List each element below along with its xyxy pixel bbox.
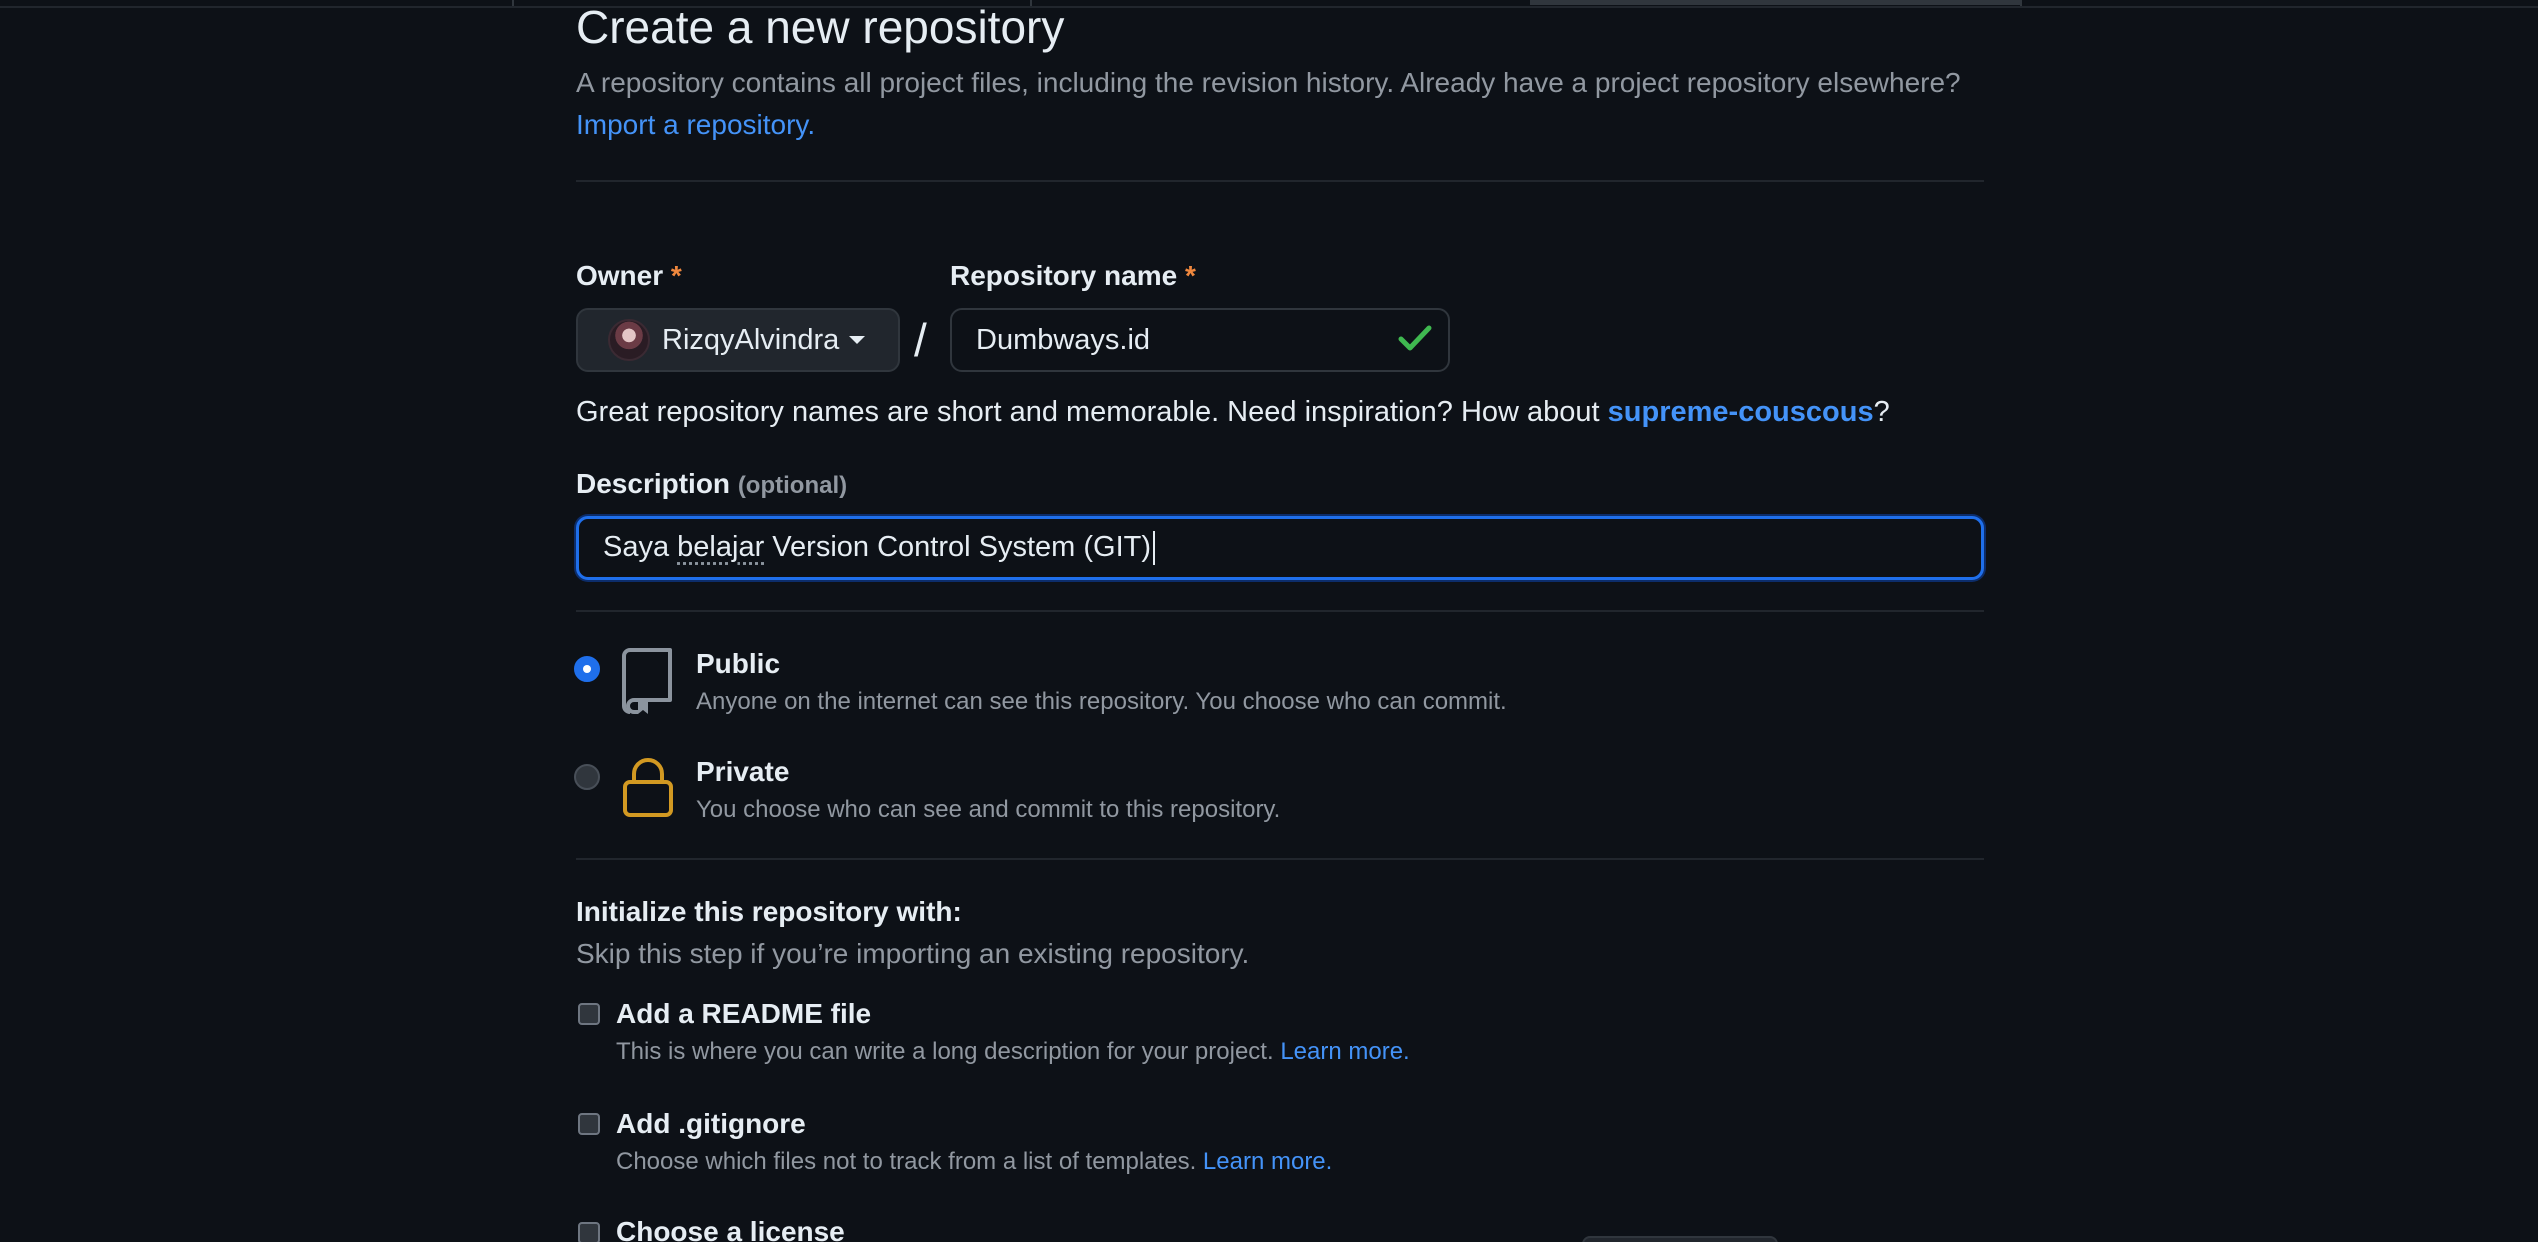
name-suggestion-link[interactable]: supreme-couscous <box>1608 396 1874 428</box>
owner-repo-separator: / <box>914 314 927 366</box>
readme-learn-more-link[interactable]: Learn more. <box>1280 1038 1409 1065</box>
caret-down-icon <box>849 336 866 344</box>
name-hint-suffix: ? <box>1873 396 1890 428</box>
tab-active[interactable] <box>1530 0 2022 5</box>
owner-label: Owner * <box>576 258 682 294</box>
license-dropdown-button[interactable] <box>1582 1236 1778 1242</box>
divider <box>576 610 1984 612</box>
description-label-text: Description <box>576 468 731 499</box>
gitignore-checkbox[interactable] <box>578 1113 600 1135</box>
gitignore-learn-more-link[interactable]: Learn more. <box>1203 1148 1332 1175</box>
public-radio[interactable] <box>574 656 600 682</box>
description-label: Description (optional) <box>576 466 847 504</box>
gitignore-description-text: Choose which files not to track from a l… <box>616 1148 1197 1175</box>
public-description: Anyone on the internet can see this repo… <box>696 688 1507 715</box>
description-text: Saya <box>603 530 678 563</box>
repository-name-label: Repository name * <box>950 258 1196 294</box>
tab-divider <box>512 0 514 6</box>
page-title: Create a new repository <box>576 1 1065 53</box>
description-text: Version Control System (GIT) <box>764 530 1152 563</box>
name-hint-text: Great repository names are short and mem… <box>576 396 1600 428</box>
owner-label-text: Owner <box>576 260 664 291</box>
required-mark: * <box>1184 260 1196 291</box>
repository-name-label-text: Repository name <box>950 260 1178 291</box>
description-value: Saya belajar Version Control System (GIT… <box>603 530 1156 566</box>
required-mark: * <box>670 260 682 291</box>
check-icon <box>1398 323 1432 358</box>
spellcheck-word: belajar <box>677 530 765 563</box>
repository-name-input[interactable]: Dumbways.id <box>950 308 1450 372</box>
private-description: You choose who can see and commit to thi… <box>696 796 1281 823</box>
page-subtitle: A repository contains all project files,… <box>576 62 1996 146</box>
owner-name: RizqyAlvindra <box>662 323 840 356</box>
gitignore-title: Add .gitignore <box>616 1108 806 1139</box>
readme-checkbox[interactable] <box>578 1003 600 1025</box>
repo-icon <box>622 648 674 719</box>
repository-name-value: Dumbways.id <box>976 323 1151 356</box>
optional-tag: (optional) <box>737 472 848 499</box>
initialize-title: Initialize this repository with: <box>576 896 962 927</box>
import-repository-link[interactable]: Import a repository. <box>576 109 815 140</box>
readme-description-text: This is where you can write a long descr… <box>616 1038 1274 1065</box>
owner-dropdown[interactable]: RizqyAlvindra <box>576 308 900 372</box>
tab-divider <box>2020 0 2022 6</box>
subtitle-text: A repository contains all project files,… <box>576 67 1961 98</box>
avatar <box>608 319 650 361</box>
license-title: Choose a license <box>616 1216 845 1242</box>
license-checkbox[interactable] <box>578 1222 600 1242</box>
text-cursor <box>1153 531 1156 566</box>
private-title: Private <box>696 756 790 787</box>
browser-tab-strip <box>0 0 2538 8</box>
readme-description: This is where you can write a long descr… <box>616 1036 1410 1068</box>
divider <box>576 858 1984 860</box>
lock-icon <box>622 756 674 823</box>
name-hint: Great repository names are short and mem… <box>576 392 1890 432</box>
page-root: Create a new repository A repository con… <box>0 0 2538 1242</box>
divider <box>576 180 1984 182</box>
readme-title: Add a README file <box>616 998 872 1029</box>
public-title: Public <box>696 648 781 679</box>
initialize-subtitle: Skip this step if you’re importing an ex… <box>576 938 1250 969</box>
gitignore-description: Choose which files not to track from a l… <box>616 1146 1332 1178</box>
private-radio[interactable] <box>574 764 600 790</box>
description-input[interactable]: Saya belajar Version Control System (GIT… <box>576 516 1984 580</box>
